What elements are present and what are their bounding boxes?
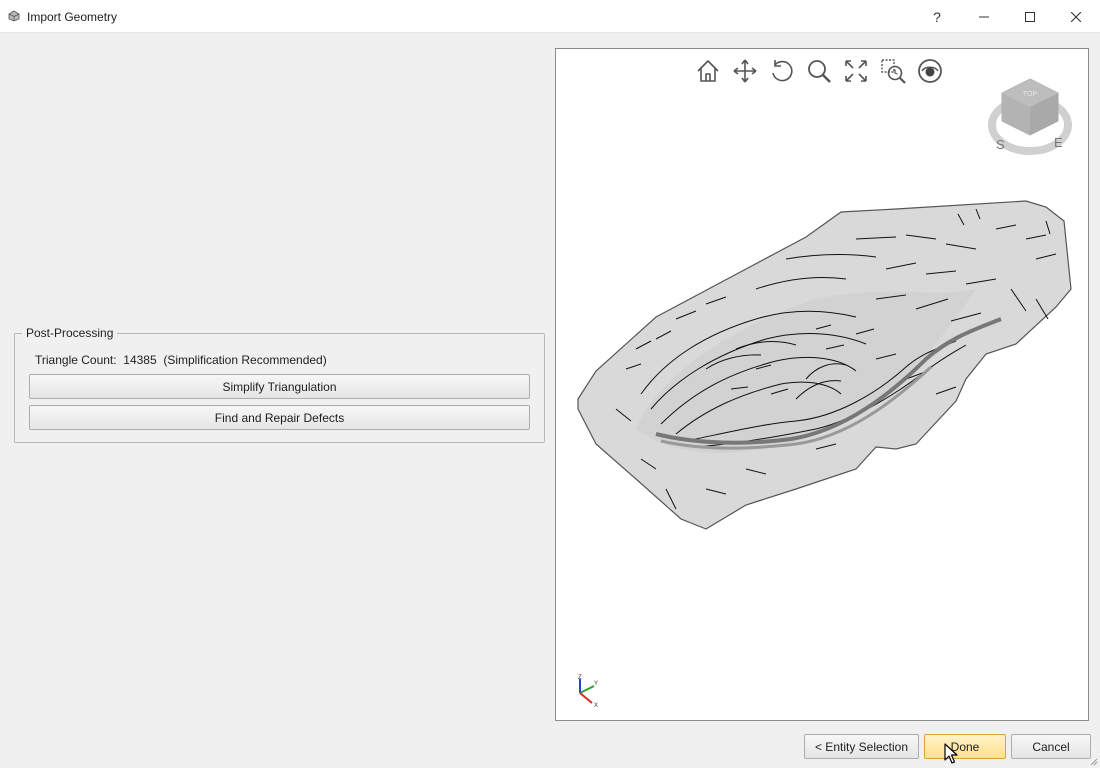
zoom-icon[interactable] bbox=[805, 57, 833, 85]
maximize-icon bbox=[1025, 11, 1035, 22]
view-icon[interactable] bbox=[916, 57, 944, 85]
triangle-count-value: 14385 bbox=[123, 353, 157, 367]
axis-triad: Z Y X bbox=[578, 675, 598, 709]
nav-cube-east-label: E bbox=[1054, 135, 1063, 150]
window-title: Import Geometry bbox=[27, 10, 118, 24]
post-processing-legend: Post-Processing bbox=[22, 326, 118, 340]
zoom-window-icon[interactable] bbox=[879, 57, 907, 85]
triangle-count-note: (Simplification Recommended) bbox=[163, 353, 327, 367]
3d-viewport[interactable]: TOP S E Z Y X bbox=[555, 48, 1089, 721]
triangle-count-label: Triangle Count: bbox=[35, 353, 117, 367]
done-button[interactable]: Done bbox=[924, 734, 1006, 759]
triangle-count-row: Triangle Count: 14385 (Simplification Re… bbox=[35, 353, 327, 367]
home-icon[interactable] bbox=[694, 57, 722, 85]
cancel-button[interactable]: Cancel bbox=[1011, 734, 1091, 759]
nav-cube-south-label: S bbox=[996, 137, 1005, 152]
find-repair-defects-button[interactable]: Find and Repair Defects bbox=[29, 405, 530, 430]
help-button[interactable]: ? bbox=[914, 0, 960, 33]
axis-z-label: Z bbox=[578, 675, 582, 681]
navigation-cube[interactable]: TOP S E bbox=[988, 75, 1072, 159]
mouse-cursor-icon bbox=[944, 743, 958, 764]
axis-y-label: Y bbox=[594, 681, 598, 687]
zoom-extents-icon[interactable] bbox=[842, 57, 870, 85]
minimize-icon bbox=[979, 16, 989, 17]
help-label: ? bbox=[933, 8, 941, 25]
pan-icon[interactable] bbox=[731, 57, 759, 85]
close-button[interactable] bbox=[1053, 0, 1099, 33]
resize-grip-icon[interactable] bbox=[1088, 756, 1098, 766]
maximize-button[interactable] bbox=[1007, 0, 1053, 33]
minimize-button[interactable] bbox=[961, 0, 1007, 33]
entity-selection-back-button[interactable]: < Entity Selection bbox=[804, 734, 919, 759]
app-icon bbox=[8, 10, 20, 22]
nav-cube-top-label: TOP bbox=[1023, 91, 1038, 98]
title-bar: Import Geometry ? bbox=[0, 0, 1100, 33]
close-icon bbox=[1071, 11, 1081, 22]
rotate-icon[interactable] bbox=[768, 57, 796, 85]
axis-x-label: X bbox=[594, 703, 598, 709]
simplify-triangulation-button[interactable]: Simplify Triangulation bbox=[29, 374, 530, 399]
